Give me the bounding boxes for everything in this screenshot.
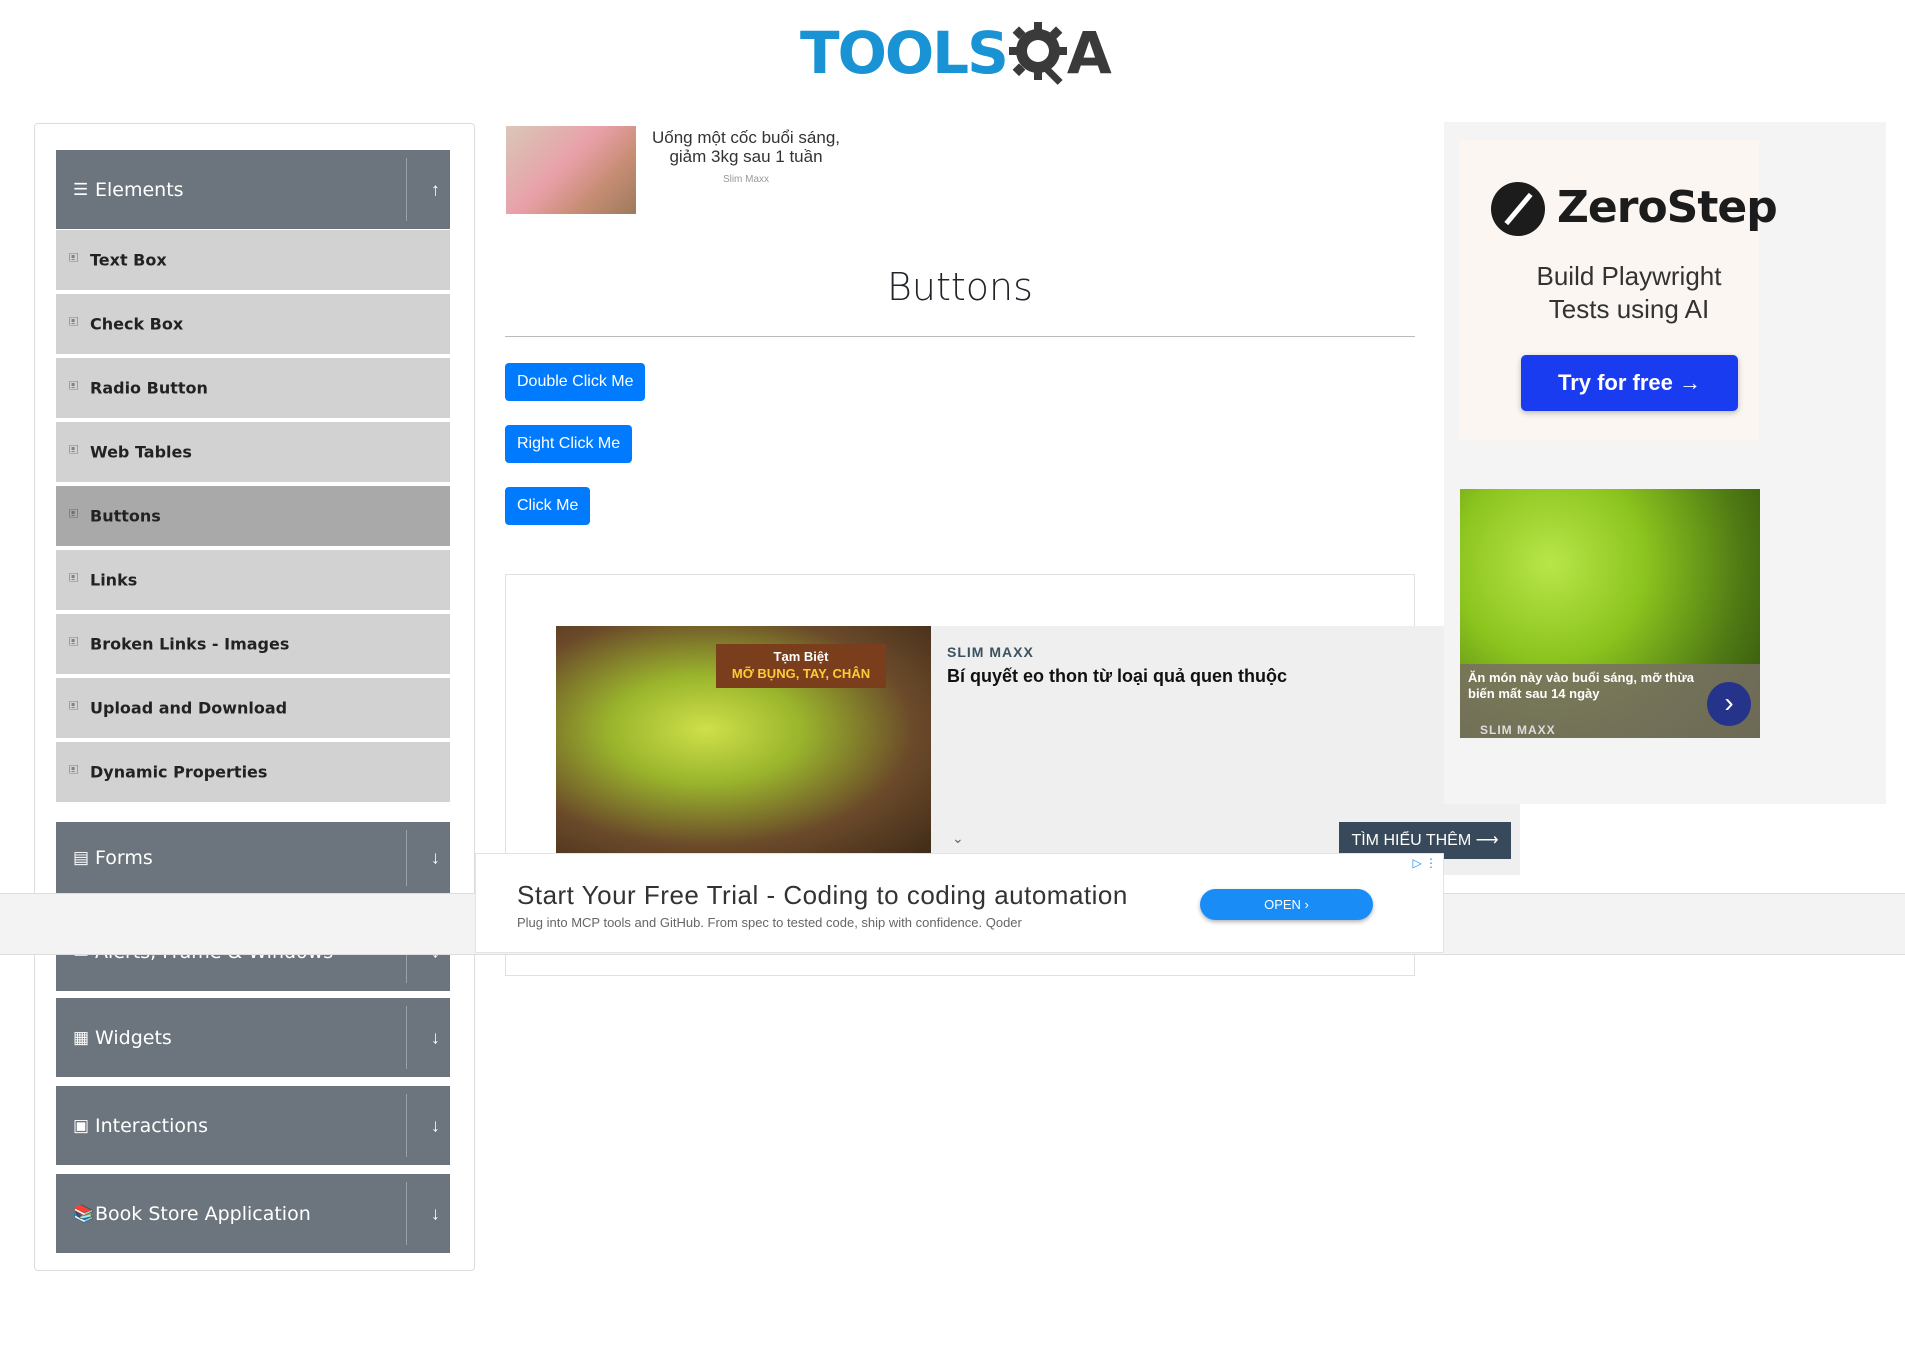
banana-ad-headline[interactable]: Bí quyết eo thon từ loại quả quen thuộc: [947, 666, 1287, 687]
html5-icon: 🗉: [69, 634, 79, 649]
menu-item-broken-links[interactable]: 🗉 Broken Links - Images: [56, 614, 450, 676]
ad-image[interactable]: [506, 126, 636, 214]
click-me-button[interactable]: Click Me: [505, 487, 591, 525]
try-for-free-button[interactable]: Try for free →: [1521, 355, 1738, 411]
jelly-ad-text[interactable]: Ăn món này vào buổi sáng, mỡ thừa biến m…: [1468, 670, 1718, 702]
form-icon: ▤: [73, 848, 90, 867]
banana-ad-image[interactable]: Tạm Biệt MỠ BỤNG, TAY, CHÂN: [556, 626, 931, 856]
adchoices-icon[interactable]: ▷ ⋮: [1412, 856, 1437, 870]
ad-source: Slim Maxx: [722, 174, 770, 185]
group-elements[interactable]: ☰ Elements ↑: [56, 150, 450, 229]
html5-icon: 🗉: [69, 250, 79, 265]
group-book-store[interactable]: 📚 Book Store Application ↓: [56, 1174, 450, 1253]
jelly-ad[interactable]: Ăn món này vào buổi sáng, mỡ thừa biến m…: [1460, 489, 1760, 738]
menu-icon: ☰: [73, 179, 89, 199]
ad-text[interactable]: Uống một cốc buổi sáng, giảm 3kg sau 1 t…: [641, 128, 851, 166]
zerostep-logo-icon: [1491, 182, 1545, 236]
collapse-arrow-icon[interactable]: ↑: [431, 179, 440, 200]
bottom-ad-subtext: Plug into MCP tools and GitHub. From spe…: [517, 915, 1022, 930]
html5-icon: 🗉: [69, 442, 79, 457]
html5-icon: 🗉: [69, 570, 79, 585]
chevron-right-icon[interactable]: ›: [1707, 682, 1751, 726]
html5-icon: 🗉: [69, 314, 79, 329]
group-label: Elements: [95, 178, 184, 201]
title-divider: [505, 336, 1415, 337]
banana-ad-brand: SLIM MAXX: [947, 644, 1034, 660]
html5-icon: 🗉: [69, 506, 79, 521]
menu-item-check-box[interactable]: 🗉 Check Box: [56, 294, 450, 356]
expand-arrow-icon[interactable]: ↓: [431, 1203, 440, 1224]
expand-arrow-icon[interactable]: ↓: [431, 1115, 440, 1136]
right-ad-column: ZeroStep Build Playwright Tests using AI…: [1444, 122, 1886, 804]
group-forms[interactable]: ▤ Forms ↓: [56, 822, 450, 894]
zerostep-tagline: Build Playwright Tests using AI: [1536, 261, 1722, 324]
expand-arrow-icon[interactable]: ↓: [431, 1027, 440, 1048]
group-interactions[interactable]: ▣ Interactions ↓: [56, 1086, 450, 1165]
menu-item-links[interactable]: 🗉 Links: [56, 550, 450, 612]
page-title: Buttons: [887, 265, 1033, 309]
banana-ad[interactable]: Tạm Biệt MỠ BỤNG, TAY, CHÂN SLIM MAXX Bí…: [556, 626, 1520, 875]
expand-arrow-icon[interactable]: ↓: [431, 848, 440, 869]
bottom-ad[interactable]: Start Your Free Trial - Coding to coding…: [475, 853, 1444, 953]
left-panel: ☰ Elements ↑ 🗉 Text Box 🗉 Check Box 🗉 Ra…: [34, 123, 475, 1271]
open-button[interactable]: OPEN ›: [1200, 889, 1373, 920]
menu-item-buttons[interactable]: 🗉 Buttons: [56, 486, 450, 548]
logo-text-tools: TOOLS: [800, 19, 1009, 87]
top-ad[interactable]: Uống một cốc buổi sáng, giảm 3kg sau 1 t…: [506, 126, 856, 214]
chevron-down-icon[interactable]: ⌄: [952, 830, 964, 847]
menu-item-dynamic-properties[interactable]: 🗉 Dynamic Properties: [56, 742, 450, 804]
html5-icon: 🗉: [69, 378, 79, 393]
banana-ad-tag: Tạm Biệt MỠ BỤNG, TAY, CHÂN: [716, 644, 886, 688]
logo-text-a: A: [1066, 19, 1112, 87]
right-click-button[interactable]: Right Click Me: [505, 425, 633, 463]
interactions-icon: ▣: [73, 1115, 90, 1135]
jelly-ad-brand: SLIM MAXX: [1480, 723, 1556, 737]
menu-item-text-box[interactable]: 🗉 Text Box: [56, 230, 450, 292]
widgets-icon: ▦: [73, 1027, 90, 1047]
menu-item-web-tables[interactable]: 🗉 Web Tables: [56, 422, 450, 484]
zerostep-ad[interactable]: ZeroStep Build Playwright Tests using AI…: [1459, 140, 1778, 440]
group-widgets[interactable]: ▦ Widgets ↓: [56, 998, 450, 1077]
book-icon: 📚: [73, 1203, 95, 1223]
double-click-button[interactable]: Double Click Me: [505, 363, 646, 401]
zerostep-name: ZeroStep: [1557, 182, 1778, 233]
toolsqa-logo[interactable]: TOOLS A: [800, 14, 1112, 92]
logo-gear-q-icon: [1008, 22, 1067, 85]
menu-item-radio-button[interactable]: 🗉 Radio Button: [56, 358, 450, 420]
html5-icon: 🗉: [69, 698, 79, 713]
bottom-ad-headline[interactable]: Start Your Free Trial - Coding to coding…: [517, 880, 1128, 911]
menu-item-upload-download[interactable]: 🗉 Upload and Download: [56, 678, 450, 740]
html5-icon: 🗉: [69, 762, 79, 777]
